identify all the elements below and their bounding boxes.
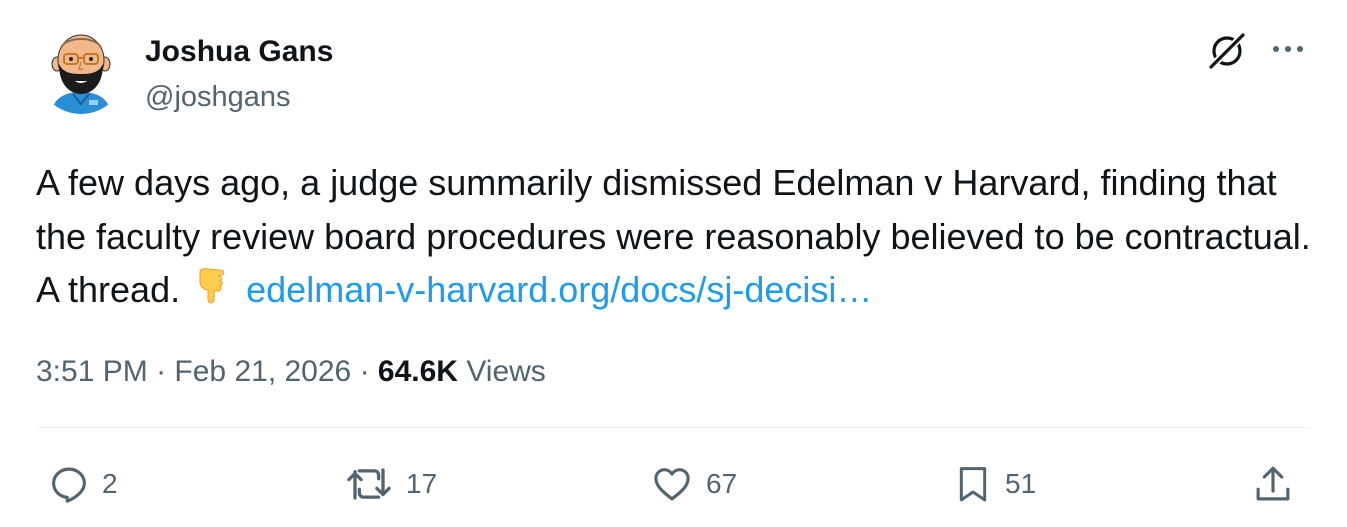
avatar-cartoon-image (37, 26, 125, 114)
reply-button[interactable]: 2 (48, 458, 118, 510)
tweet-meta: 3:51 PM · Feb 21, 2026 · 64.6K Views (36, 352, 546, 392)
like-button[interactable]: 67 (650, 458, 737, 510)
tweet-text: A few days ago, a judge summarily dismis… (36, 156, 1311, 321)
tweet-link[interactable]: edelman-v-harvard.org/docs/sj-decisi… (246, 269, 872, 310)
bookmark-icon (959, 467, 987, 502)
tweet-time[interactable]: 3:51 PM (36, 355, 148, 388)
bookmark-count: 51 (1005, 468, 1037, 499)
bookmark-button[interactable]: 51 (953, 458, 1036, 510)
views-label: Views (466, 355, 546, 388)
reply-count: 2 (102, 468, 118, 499)
heart-icon (654, 468, 690, 501)
repost-count: 17 (406, 468, 438, 499)
grok-icon[interactable] (1206, 30, 1248, 72)
repost-button[interactable]: 17 (344, 458, 437, 510)
author-name[interactable]: Joshua Gans (145, 34, 333, 70)
meta-separator: · (359, 355, 370, 388)
like-count: 67 (706, 468, 738, 499)
reply-icon (52, 467, 86, 503)
author-handle[interactable]: @joshgans (145, 80, 291, 114)
share-icon (1256, 466, 1290, 501)
repost-icon (347, 468, 391, 500)
views-count: 64.6K (377, 355, 458, 388)
share-button[interactable] (1252, 458, 1294, 510)
divider (36, 427, 1309, 428)
more-icon[interactable] (1268, 34, 1308, 64)
avatar[interactable] (37, 26, 125, 114)
backhand-index-pointing-down-emoji (192, 266, 232, 321)
meta-separator: · (156, 355, 167, 388)
tweet-date[interactable]: Feb 21, 2026 (174, 355, 351, 388)
